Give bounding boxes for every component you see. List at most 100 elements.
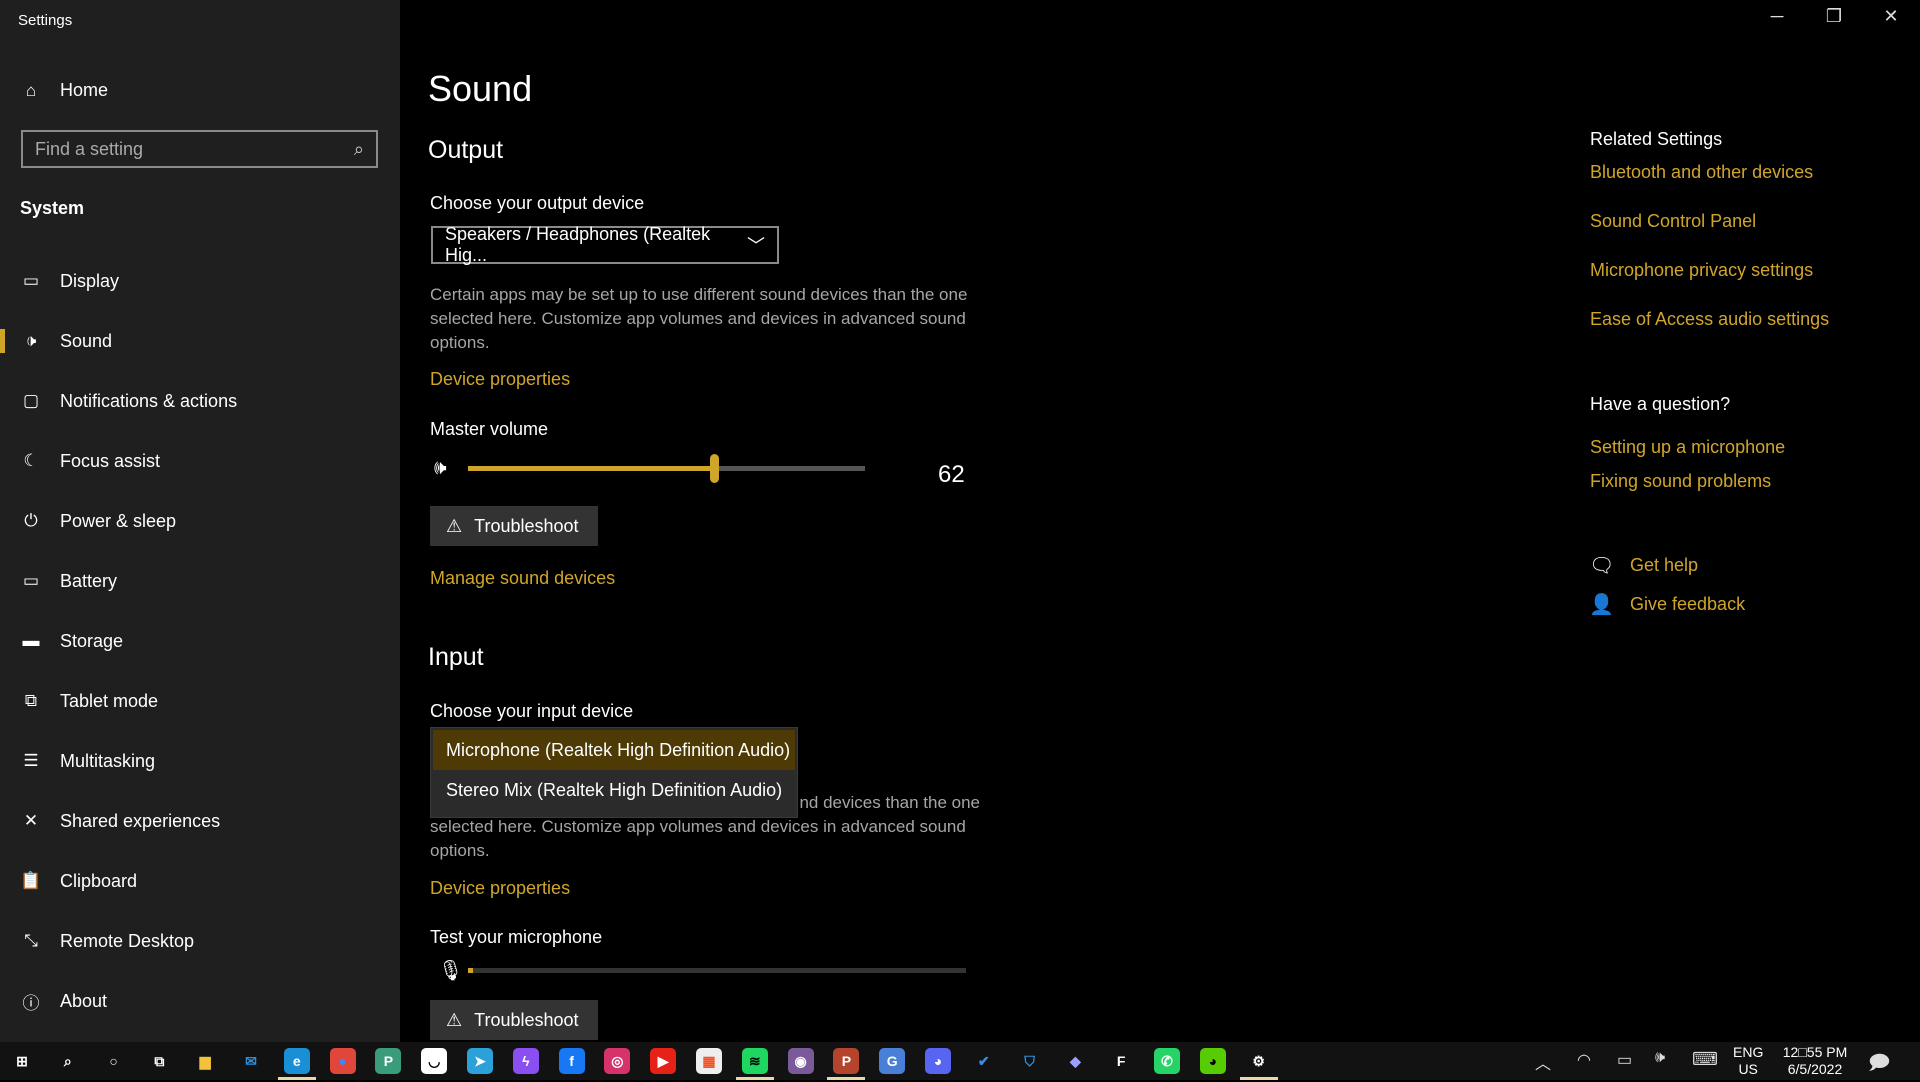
sidebar-item-multitasking[interactable]: ☰ Multitasking [0, 736, 400, 786]
related-link-sound-control-panel[interactable]: Sound Control Panel [1590, 211, 1756, 232]
restore-icon[interactable]: ❐ [1814, 6, 1854, 27]
input-option-stereo-mix[interactable]: Stereo Mix (Realtek High Definition Audi… [433, 770, 795, 810]
xbox-icon[interactable]: ◆ [1062, 1048, 1088, 1074]
sidebar-item-focus-assist[interactable]: ☾ Focus assist [0, 436, 400, 486]
related-settings-heading: Related Settings [1590, 129, 1723, 149]
volume-thumb[interactable] [710, 454, 720, 483]
sidebar-item-notifications-actions[interactable]: ▢ Notifications & actions [0, 376, 400, 426]
sidebar-item-label: Display [60, 270, 120, 291]
sidebar-item-display[interactable]: ▭ Display [0, 256, 400, 306]
app-p-icon[interactable]: P [375, 1048, 402, 1074]
give-feedback-link[interactable]: Give feedback [1630, 594, 1745, 615]
minimize-icon[interactable]: ─ [1757, 6, 1797, 27]
keyboard-icon[interactable]: ⌨ [1692, 1049, 1718, 1070]
sidebar-item-label: Power & sleep [60, 510, 177, 531]
help-link-microphone[interactable]: Setting up a microphone [1590, 437, 1785, 458]
settings-icon[interactable]: ⚙ [1246, 1048, 1272, 1074]
speaker-icon[interactable]: 🕪 [434, 457, 447, 480]
home-icon: ⌂ [25, 80, 37, 100]
related-link-bluetooth[interactable]: Bluetooth and other devices [1590, 162, 1813, 183]
get-help-link[interactable]: Get help [1630, 555, 1698, 576]
app-p-red-icon[interactable]: P [833, 1048, 860, 1074]
search-input[interactable] [35, 138, 335, 160]
sidebar-item-power-sleep[interactable]: ⏻ Power & sleep [0, 496, 400, 546]
sidebar-item-sound[interactable]: 🕩 Sound [0, 316, 400, 366]
groove-icon[interactable]: ◉ [787, 1048, 814, 1074]
power-sleep-icon: ⏻ [24, 511, 38, 530]
translate-icon[interactable]: G [879, 1048, 906, 1074]
output-description: Certain apps may be set up to use differ… [430, 285, 968, 352]
facebook-icon[interactable]: f [558, 1048, 585, 1074]
search-box[interactable]: ⌕ [21, 130, 378, 168]
volume-slider[interactable] [468, 454, 865, 483]
wifi-icon[interactable]: ◠ [1577, 1050, 1591, 1070]
output-troubleshoot-button[interactable]: ⚠ Troubleshoot [430, 506, 598, 546]
youtube-icon[interactable]: ▶ [650, 1048, 677, 1074]
duolingo-icon[interactable]: ◕ [1199, 1048, 1226, 1074]
file-explorer-icon[interactable]: ▆ [192, 1048, 218, 1074]
get-help-icon: 🗨 [1589, 555, 1615, 577]
sidebar-item-label: Remote Desktop [60, 930, 195, 951]
show-hidden-icons-icon[interactable]: ︿ [1535, 1050, 1551, 1074]
related-link-microphone-privacy[interactable]: Microphone privacy settings [1590, 260, 1813, 281]
app-title: Settings [18, 12, 73, 29]
input-option-microphone[interactable]: Microphone (Realtek High Definition Audi… [433, 730, 795, 770]
edge-icon[interactable]: e [283, 1048, 310, 1074]
mic-level-fill [468, 968, 473, 973]
output-device-dropdown[interactable]: Speakers / Headphones (Realtek Hig... ﹀ [431, 224, 779, 265]
manage-sound-devices-link[interactable]: Manage sound devices [430, 568, 615, 589]
action-center-icon[interactable]: 🗩 [1868, 1048, 1890, 1082]
volume-icon[interactable]: 🕪 [1655, 1049, 1665, 1067]
start-icon[interactable]: ⊞ [9, 1048, 35, 1074]
search-icon[interactable]: ⌕ [354, 139, 364, 160]
clipboard-icon: 📋 [20, 871, 42, 890]
telegram-icon[interactable]: ➤ [467, 1048, 493, 1074]
language-indicator[interactable]: ENG US [1733, 1044, 1763, 1078]
app-f-icon[interactable]: F [1108, 1048, 1134, 1074]
volume-value: 62 [938, 461, 965, 488]
sidebar-item-remote-desktop[interactable]: ⤡ Remote Desktop [0, 916, 400, 966]
mail-icon[interactable]: ✉ [238, 1048, 264, 1074]
volume-fill [468, 466, 715, 471]
messenger-icon[interactable]: ϟ [512, 1048, 539, 1074]
sidebar-item-shared-experiences[interactable]: ✕ Shared experiences [0, 796, 400, 846]
input-troubleshoot-button[interactable]: ⚠ Troubleshoot [430, 1000, 598, 1040]
store-icon[interactable]: ▦ [696, 1048, 722, 1074]
output-device-properties-link[interactable]: Device properties [430, 369, 570, 390]
language-top: ENG [1733, 1044, 1764, 1060]
close-icon[interactable]: ✕ [1871, 6, 1911, 27]
troubleshoot-label: Troubleshoot [474, 1009, 579, 1030]
page-title: Sound [428, 68, 533, 109]
help-link-sound-problems[interactable]: Fixing sound problems [1590, 471, 1771, 492]
discord-icon[interactable]: ◕ [925, 1048, 951, 1074]
sidebar-item-label: Storage [60, 630, 124, 651]
sidebar-item-about[interactable]: ⓘ About [0, 976, 400, 1026]
output-device-value: Speakers / Headphones (Realtek Hig... [445, 224, 711, 265]
focus-assist-icon: ☾ [23, 451, 39, 470]
chrome-icon[interactable]: ● [329, 1048, 356, 1074]
cortana-icon[interactable]: ○ [101, 1048, 127, 1074]
app-bot-icon[interactable]: ◡ [421, 1048, 448, 1074]
search-icon[interactable]: ⌕ [55, 1048, 81, 1074]
clock[interactable]: 12□55 PM 6/5/2022 [1775, 1044, 1855, 1078]
input-description: selected here. Customize app volumes and… [430, 817, 966, 860]
battery-icon[interactable]: ▭ [1617, 1050, 1632, 1070]
task-view-icon[interactable]: ⧉ [146, 1048, 172, 1074]
input-device-dropdown-list[interactable]: Microphone (Realtek High Definition Audi… [430, 727, 798, 818]
tablet-mode-icon: ⧉ [24, 691, 38, 710]
sidebar-item-clipboard[interactable]: 📋 Clipboard [0, 856, 400, 906]
sidebar-item-storage[interactable]: ▬ Storage [0, 616, 400, 666]
input-device-properties-link[interactable]: Device properties [430, 878, 570, 899]
todo-icon[interactable]: ✔ [971, 1048, 997, 1074]
defender-icon[interactable]: ⛉ [1017, 1048, 1043, 1074]
related-link-ease-of-access-audio[interactable]: Ease of Access audio settings [1590, 309, 1829, 330]
whatsapp-icon[interactable]: ✆ [1154, 1048, 1180, 1074]
battery-icon: ▭ [22, 571, 40, 590]
instagram-icon[interactable]: ◎ [604, 1048, 631, 1074]
sidebar-item-tablet-mode[interactable]: ⧉ Tablet mode [0, 676, 400, 726]
input-heading: Input [428, 643, 484, 671]
spotify-icon[interactable]: ≋ [741, 1048, 768, 1074]
multitasking-icon: ☰ [23, 751, 39, 770]
sidebar-home[interactable]: ⌂ Home [20, 80, 108, 101]
sidebar-item-battery[interactable]: ▭ Battery [0, 556, 400, 606]
